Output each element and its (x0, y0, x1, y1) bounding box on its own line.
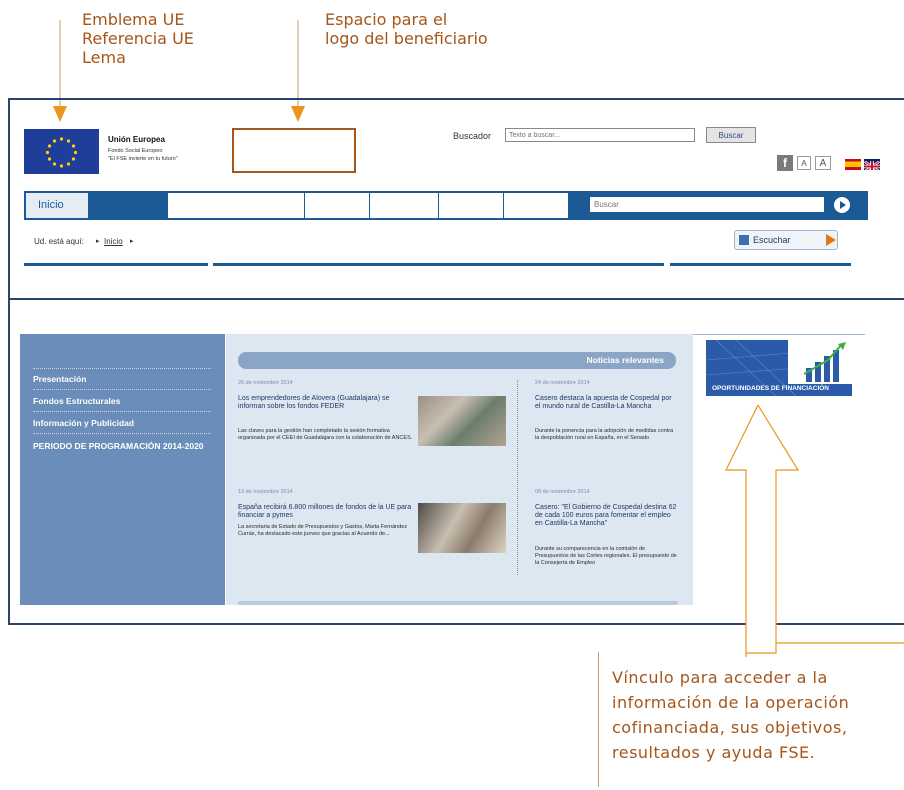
sidebar-divider (33, 368, 211, 369)
annotation-emblem-line1: Emblema UE (82, 10, 185, 29)
sidebar-item-fondos[interactable]: Fondos Estructurales (33, 396, 120, 406)
news-bottom-bar (238, 601, 678, 605)
sidebar-divider (33, 411, 211, 412)
news-header: Noticias relevantes (238, 352, 676, 369)
breadcrumb-prefix: Ud. está aquí: (34, 237, 84, 246)
font-large-icon[interactable]: A (815, 156, 831, 170)
news-photo[interactable] (418, 396, 506, 446)
eu-fund: Fondo Social Europeo (108, 148, 163, 154)
search-input[interactable] (505, 128, 695, 142)
annotation-emblem: Emblema UE Referencia UE Lema (82, 10, 194, 67)
nav-tab-5[interactable] (370, 193, 439, 218)
sidebar-divider (33, 433, 211, 434)
news-date: 08 de noviembre 2014 (535, 489, 590, 495)
news-body: La secretaria de Estado de Presupuestos … (238, 524, 408, 537)
main-nav: Inicio (24, 191, 868, 220)
search-label: Buscador (453, 131, 492, 141)
annotation-link-line2: información de la operación (612, 693, 850, 712)
funding-banner-label: OPORTUNIDADES DE FINANCIACIÓN (712, 385, 830, 392)
eu-title: Unión Europea (108, 135, 165, 144)
separator-line-3 (670, 263, 851, 266)
news-body: Las claves para la gestión han completad… (238, 428, 413, 441)
font-large-label: A (819, 158, 827, 169)
nav-tab-3[interactable] (168, 193, 305, 218)
search-button[interactable]: Buscar (706, 127, 756, 143)
eu-flag-icon (24, 129, 99, 174)
sidebar-item-presentacion[interactable]: Presentación (33, 374, 86, 384)
flag-uk-icon[interactable] (864, 159, 880, 170)
news-date: 26 de noviembre 2014 (238, 380, 293, 386)
breadcrumb-home-link[interactable]: Inicio (104, 237, 123, 246)
mockup-section-divider (8, 298, 904, 300)
news-header-label: Noticias relevantes (586, 355, 664, 365)
news-title-link[interactable]: Casero: "El Gobierno de Cospedal destina… (535, 504, 677, 528)
sidebar-item-informacion[interactable]: Información y Publicidad (33, 418, 134, 428)
font-small-label: A (801, 159, 807, 168)
annotation-emblem-line3: Lema (82, 48, 126, 67)
annotation-link-line3: cofinanciada, sus objetivos, (612, 718, 848, 737)
facebook-icon[interactable]: f (777, 155, 793, 171)
nav-tab-active[interactable] (89, 193, 168, 218)
sidebar-item-periodo[interactable]: PERIODO DE PROGRAMACIÓN 2014-2020 (33, 441, 213, 451)
flag-spain-icon[interactable] (845, 159, 861, 170)
font-small-icon[interactable]: A (797, 156, 811, 170)
nav-search-input[interactable] (590, 197, 824, 212)
news-body: Durante la ponencia para la adopción de … (535, 428, 674, 441)
breadcrumb: Ud. está aquí: ▸ Inicio ▸ Escuchar (24, 223, 868, 263)
nav-tab-7[interactable] (504, 193, 569, 218)
annotation-link-line1: Vínculo para acceder a la (612, 668, 828, 687)
news-date: 13 de noviembre 2014 (238, 489, 293, 495)
separator-line-2 (213, 263, 664, 266)
nav-tab-4[interactable] (305, 193, 370, 218)
eu-motto: "El FSE invierte en tu futuro" (108, 156, 178, 162)
news-date: 24 de noviembre 2014 (535, 380, 590, 386)
nav-home-label: Inicio (38, 199, 64, 211)
news-column-divider (517, 380, 518, 575)
separator-line-1 (24, 263, 208, 266)
beneficiary-logo-placeholder (232, 128, 356, 173)
annotation-logo: Espacio para el logo del beneficiario (325, 10, 488, 48)
annotation-emblem-line2: Referencia UE (82, 29, 194, 48)
nav-tab-6[interactable] (439, 193, 504, 218)
listen-play-icon[interactable] (821, 230, 841, 250)
annotation-link: Vínculo para acceder a la información de… (612, 665, 904, 765)
breadcrumb-arrow-end-icon: ▸ (130, 238, 134, 245)
listen-label: Escuchar (753, 235, 791, 245)
speaker-icon (739, 235, 749, 245)
annotation-logo-line2: logo del beneficiario (325, 29, 488, 48)
news-photo[interactable] (418, 503, 506, 553)
nav-home-tab[interactable]: Inicio (26, 193, 89, 218)
sidebar-divider (33, 389, 211, 390)
nav-search-go-icon[interactable] (834, 197, 850, 213)
news-title-link[interactable]: Casero destaca la apuesta de Cospedal po… (535, 395, 675, 411)
annotation-link-line4: resultados y ayuda FSE. (612, 743, 816, 762)
breadcrumb-arrow-icon: ▸ (96, 238, 100, 245)
funding-banner-link[interactable]: OPORTUNIDADES DE FINANCIACIÓN (706, 340, 852, 396)
annotation-logo-line1: Espacio para el (325, 10, 448, 29)
news-title-link[interactable]: España recibirá 6.800 millones de fondos… (238, 504, 413, 520)
annotation-line (598, 652, 599, 787)
news-title-link[interactable]: Los emprendedores de Alovera (Guadalajar… (238, 395, 413, 411)
news-body: Durante su comparecencia en la comisión … (535, 546, 677, 566)
